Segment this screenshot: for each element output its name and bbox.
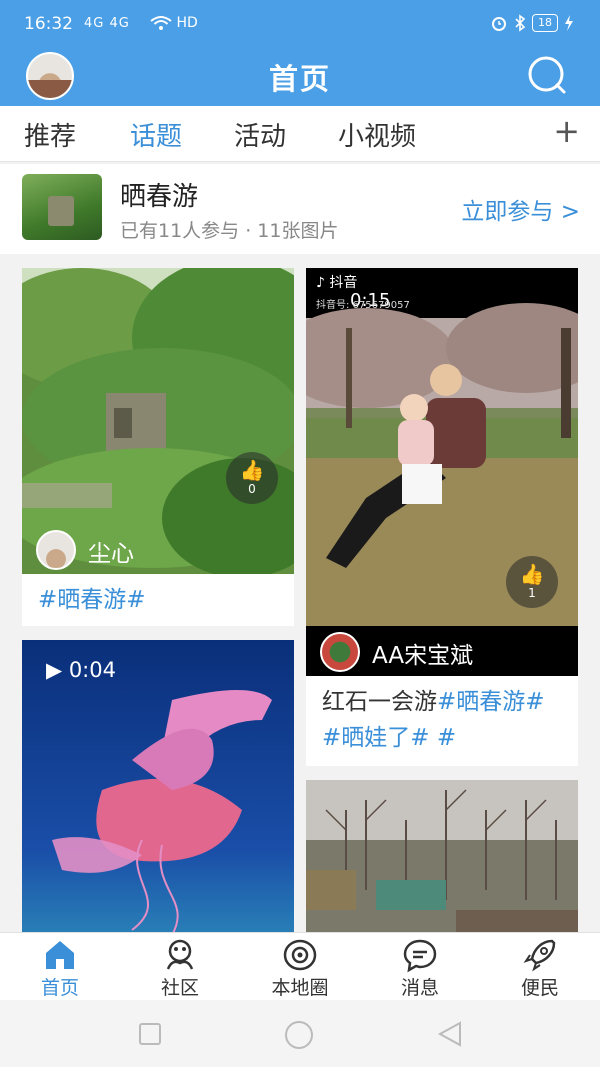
nav-label: 首页: [40, 977, 79, 999]
join-topic-button[interactable]: 立即参与 >: [461, 192, 580, 226]
nav-label: 社区: [160, 977, 199, 999]
caption-text: 红石一会游: [322, 689, 437, 715]
post-caption: 红石一会游#晒春游# #晒娃了# #: [322, 684, 566, 756]
nav-label: 本地圈: [271, 977, 329, 999]
alarm-icon: [492, 17, 506, 31]
tab-topics[interactable]: 话题: [130, 116, 182, 153]
network-type: HD: [176, 15, 198, 31]
bottom-navigation: 首页 社区 本地圈 消息 便民: [0, 932, 600, 1000]
page-title: 首页: [268, 62, 331, 96]
nav-services[interactable]: 便民: [490, 937, 590, 1000]
post-card[interactable]: ♪ 抖音 0:15 抖音号: 675679057 👍 1 AA宋宝斌 红石一会游…: [306, 268, 578, 766]
status-right: 18: [490, 14, 574, 32]
author-avatar: [320, 632, 360, 672]
nav-messages[interactable]: 消息: [370, 937, 470, 1000]
tab-activities[interactable]: 活动: [234, 116, 286, 153]
post-video[interactable]: ▶ 0:04: [22, 640, 294, 940]
post-video[interactable]: ♪ 抖音 0:15 抖音号: 675679057 👍 1 AA宋宝斌: [306, 268, 578, 676]
home-button-icon[interactable]: [284, 1020, 314, 1050]
topic-thumbnail: [22, 174, 102, 240]
like-count: 1: [528, 586, 536, 600]
message-icon: [403, 939, 437, 973]
tiktok-icon: ♪: [316, 275, 325, 291]
wifi-hd-indicator: HD: [150, 15, 198, 31]
nav-label: 便民: [520, 977, 559, 999]
tab-recommend[interactable]: 推荐: [24, 116, 76, 153]
like-count: 0: [248, 482, 256, 496]
nav-home[interactable]: 首页: [10, 937, 110, 1000]
author-name: AA宋宝斌: [372, 643, 474, 669]
thumbs-up-icon: 👍: [519, 562, 545, 586]
video-watermark: 抖音号: 675679057: [316, 300, 410, 311]
author-avatar: [36, 530, 76, 570]
add-tab-button[interactable]: +: [553, 112, 580, 150]
recent-apps-icon[interactable]: [138, 1022, 162, 1046]
post-image[interactable]: 👍 0 尘心: [22, 268, 294, 574]
post-image[interactable]: [306, 780, 578, 940]
topic-stats: 已有11人参与 · 11张图片: [120, 220, 339, 242]
local-circle-icon: [283, 939, 317, 971]
home-icon: [46, 941, 74, 969]
thumbs-up-icon: 👍: [239, 458, 265, 482]
post-card[interactable]: [306, 780, 578, 940]
video-source-badge: ♪ 抖音: [316, 275, 358, 291]
wifi-icon: [150, 16, 172, 30]
post-caption: #晒春游#: [38, 582, 282, 618]
category-tabs: 推荐 话题 活动 小视频 +: [0, 106, 600, 162]
search-icon[interactable]: [526, 54, 568, 96]
status-bar: 16:32 4G 4G HD 18: [0, 0, 600, 50]
post-card[interactable]: ▶ 0:04: [22, 640, 294, 940]
nav-label: 消息: [400, 977, 439, 999]
community-icon: [166, 939, 194, 970]
post-card[interactable]: 👍 0 尘心 #晒春游#: [22, 268, 294, 626]
system-navigation-bar: [0, 1000, 600, 1067]
charging-icon: [565, 15, 573, 31]
back-icon[interactable]: [436, 1020, 464, 1048]
post-author[interactable]: 尘心: [22, 524, 294, 574]
video-duration: ▶ 0:04: [46, 658, 116, 682]
nav-local-circle[interactable]: 本地圈: [250, 937, 350, 1000]
bluetooth-icon: [515, 14, 526, 32]
post-author[interactable]: AA宋宝斌: [306, 626, 578, 676]
tab-short-videos[interactable]: 小视频: [338, 116, 416, 153]
topic-banner[interactable]: 晒春游 已有11人参与 · 11张图片 立即参与 >: [0, 164, 600, 254]
nav-community[interactable]: 社区: [130, 937, 230, 1000]
author-name: 尘心: [88, 541, 134, 567]
battery-indicator: 18: [532, 14, 558, 32]
app-header: 首页: [0, 50, 600, 106]
status-time: 16:32: [24, 14, 73, 34]
rocket-icon: [523, 939, 556, 972]
signal-indicator: 4G 4G: [84, 16, 130, 31]
topic-title: 晒春游: [120, 182, 199, 212]
like-button[interactable]: 👍 1: [506, 556, 558, 608]
hashtag[interactable]: #晒春游#: [38, 587, 146, 613]
like-button[interactable]: 👍 0: [226, 452, 278, 504]
